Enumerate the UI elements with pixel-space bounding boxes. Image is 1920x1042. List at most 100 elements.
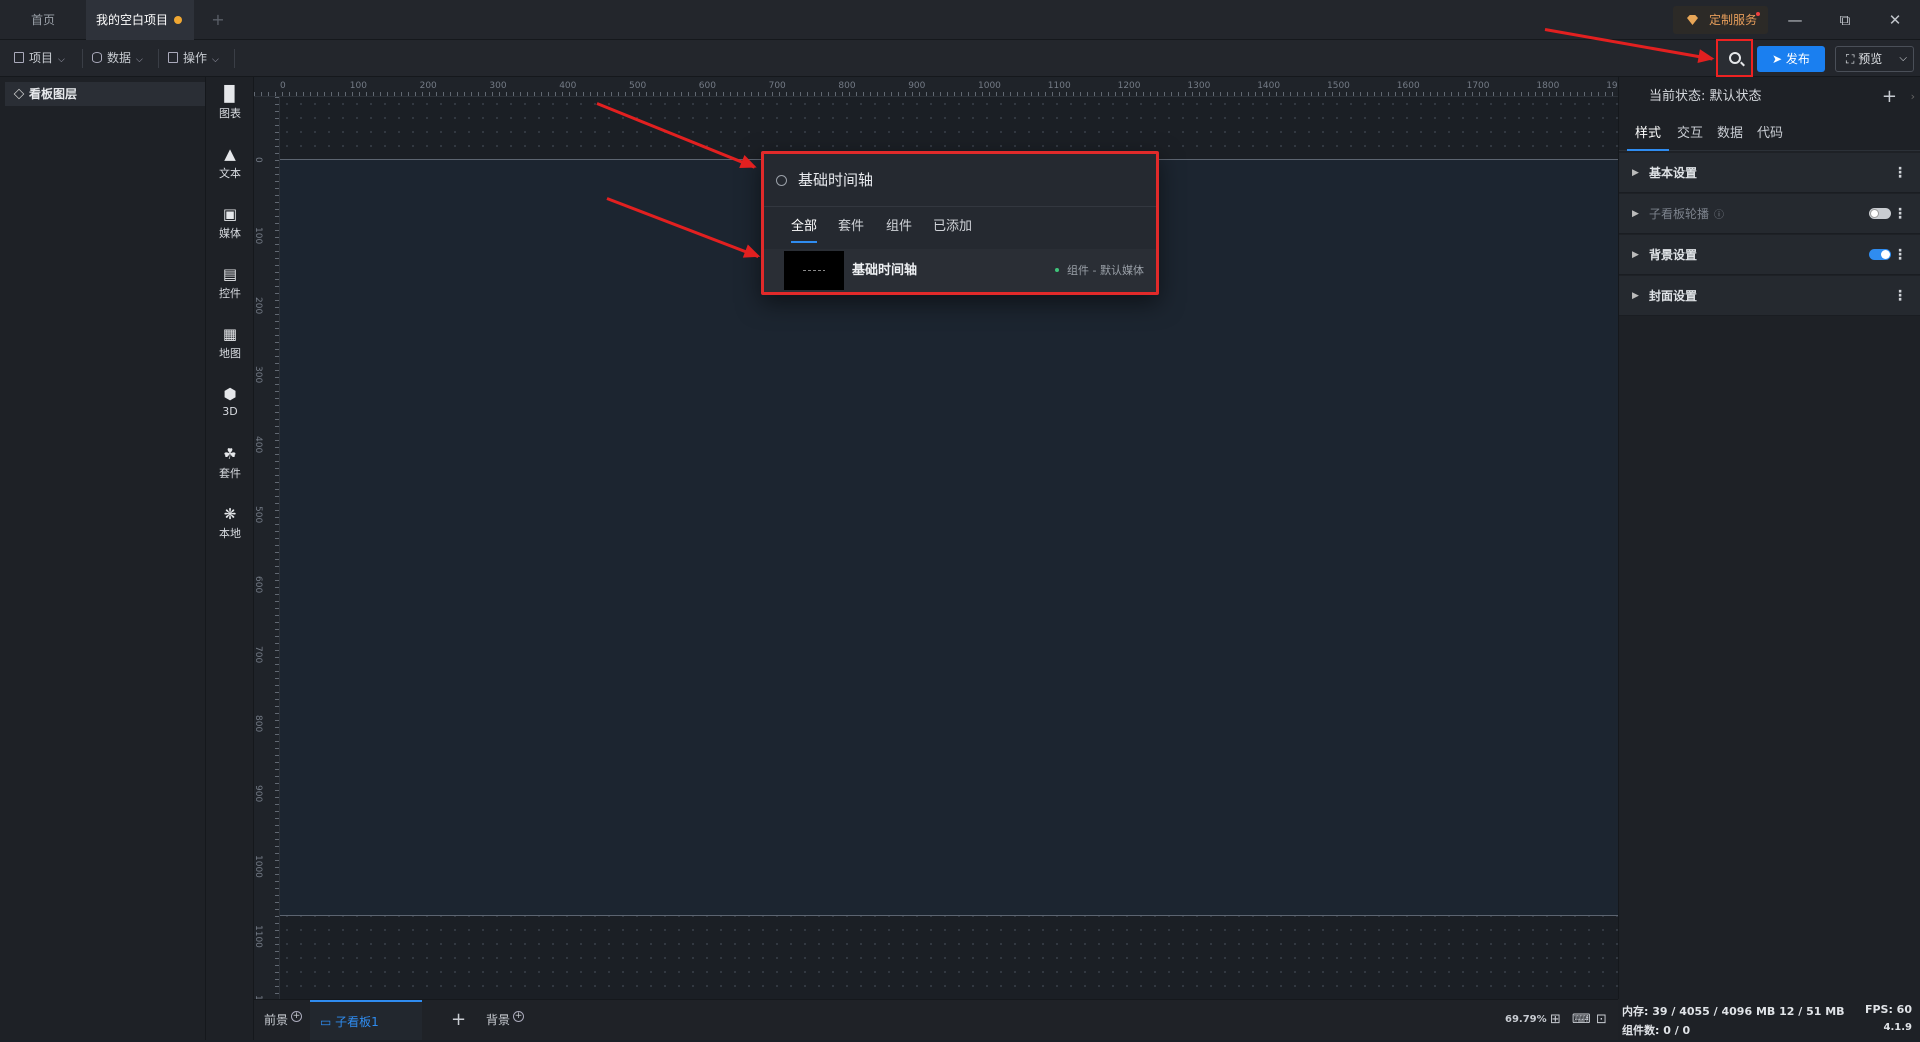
ruler-tick-label: 400 [254, 436, 263, 454]
board-icon: ▭ [320, 1015, 336, 1029]
ruler-tick-label: 1100 [1047, 81, 1071, 91]
search-query-text: 基础时间轴 [798, 171, 874, 189]
section-basic-settings[interactable]: ▶ 基本设置 ⋮ [1619, 153, 1920, 193]
map-icon: ▦ [222, 325, 238, 343]
ruler-tick-label: 400 [559, 81, 577, 91]
minimize-button[interactable]: — [1770, 0, 1820, 40]
tab-interaction[interactable]: 交互 [1677, 117, 1703, 151]
preview-button[interactable]: ⛶ 预览 ⌵ [1835, 46, 1914, 72]
section-label: 封面设置 [1649, 289, 1698, 303]
fit-screen-icon[interactable]: ⊞ [1550, 1000, 1561, 1040]
ruler-tick-label: 1900 [1606, 81, 1618, 91]
publish-label: 发布 [1785, 52, 1810, 66]
toggle-knob [1870, 209, 1879, 218]
tab-style[interactable]: 样式 [1627, 117, 1670, 151]
status-bar: 内存: 39 / 4055 / 4096 MB 12 / 51 MB FPS: … [1618, 999, 1920, 1040]
sidebar-item-label: 图表 [219, 107, 241, 120]
ruler-tick-label: 1000 [978, 81, 1001, 91]
add-circle-icon[interactable]: + [513, 1011, 525, 1022]
restore-button[interactable]: ⧉ [1820, 0, 1870, 40]
ruler-tick-label: 1800 [1536, 81, 1560, 91]
ruler-tick-label: 300 [254, 366, 263, 384]
terminal-icon[interactable]: ⊡ [1596, 1000, 1607, 1040]
custom-service-label: 定制服务 [1709, 13, 1758, 27]
more-vertical-icon[interactable]: ⋮ [1893, 276, 1907, 316]
section-background-settings[interactable]: ▶ 背景设置 ⋮ [1619, 235, 1920, 275]
ruler-tick-label: 100 [349, 81, 367, 91]
ruler-tick-label: 600 [698, 81, 716, 91]
more-vertical-icon[interactable]: ⋮ [1893, 235, 1907, 275]
more-vertical-icon[interactable]: ⋮ [1893, 153, 1907, 193]
search-icon [776, 175, 787, 186]
sidebar-item-text[interactable]: ▲ 文本 [206, 143, 254, 189]
tab-sub-board[interactable]: ▭ 子看板1 [310, 1000, 422, 1040]
properties-panel: 当前状态: 默认状态 + › 样式 交互 数据 代码 ▶ 基本设置 ⋮ ▶ 子看板轮播… [1618, 77, 1920, 999]
ruler-tick-label: 1300 [1187, 81, 1211, 91]
layers-header[interactable]: 看板图层 [5, 82, 205, 106]
ruler-tick-label: 300 [489, 81, 507, 91]
close-button[interactable]: ✕ [1870, 0, 1920, 40]
ruler-tick-label: 800 [838, 81, 856, 91]
tab-data[interactable]: 数据 [1717, 117, 1743, 151]
sidebar-item-label: 媒体 [219, 227, 241, 240]
chevron-down-icon[interactable]: ⌵ [1899, 47, 1907, 71]
sidebar-item-3d[interactable]: ⬢ 3D [206, 383, 254, 429]
more-vertical-icon[interactable]: ⋮ [1893, 194, 1907, 234]
ruler-tick-label: 1000 [254, 855, 263, 878]
result-thumbnail [784, 251, 844, 290]
tab-background[interactable]: 背景 + [486, 1000, 525, 1040]
chevron-right-icon[interactable]: › [1911, 77, 1915, 117]
fps-readout: FPS: 60 [1864, 1003, 1912, 1016]
sidebar-item-suite[interactable]: ☘ 套件 [206, 443, 254, 489]
tab-project[interactable]: 我的空白项目 [86, 0, 194, 40]
menu-operation[interactable]: 操作 ⌵ [168, 40, 219, 77]
layers-panel: 看板图层 [0, 77, 206, 1040]
add-state-icon[interactable]: + [1882, 77, 1897, 117]
background-toggle[interactable] [1869, 249, 1891, 260]
component-sidebar: ▉ 图表 ▲ 文本 ▣ 媒体 ▤ 控件 ▦ 地图 ⬢ 3D ☘ 套件 ❋ 本地 [206, 77, 254, 1040]
ruler-horizontal: 0 100 200 300 400 500 600 700 800 900 1000 1100 1200… [254, 77, 1618, 97]
add-tab-button[interactable]: + [206, 0, 230, 40]
board-tabs-bar: 前景 + ▭ 子看板1 + 背景 + 69.79% ⊞ ⌨ ⊡ [254, 999, 1618, 1040]
grid-icon [168, 52, 178, 63]
sidebar-item-control[interactable]: ▤ 控件 [206, 263, 254, 309]
menu-data-label: 数据 [107, 51, 132, 65]
search-tab-added[interactable]: 已添加 [933, 207, 972, 247]
add-board-button[interactable]: + [451, 1000, 466, 1040]
custom-service-button[interactable]: 定制服务 [1673, 6, 1768, 34]
section-cover-settings[interactable]: ▶ 封面设置 ⋮ [1619, 276, 1920, 316]
sidebar-item-local[interactable]: ❋ 本地 [206, 503, 254, 549]
section-label: 基本设置 [1649, 166, 1698, 180]
menu-data[interactable]: 数据 ⌵ [92, 40, 143, 77]
search-tab-all[interactable]: 全部 [791, 207, 818, 247]
sidebar-item-chart[interactable]: ▉ 图表 [206, 83, 254, 129]
tab-code[interactable]: 代码 [1757, 117, 1783, 151]
add-circle-icon[interactable]: + [291, 1011, 303, 1022]
tab-sub-board-label: 子看板1 [335, 1015, 379, 1029]
ruler-tick-label: 1100 [254, 924, 263, 948]
tab-home[interactable]: 首页 [0, 0, 86, 40]
search-button[interactable] [1716, 39, 1753, 77]
search-icon-handle [1740, 61, 1745, 67]
document-icon [14, 52, 24, 63]
component-count: 组件数: 0 / 0 [1622, 1024, 1691, 1037]
menu-operation-label: 操作 [183, 51, 208, 65]
component-search-input[interactable]: 基础时间轴 [764, 154, 1156, 207]
carousel-toggle[interactable] [1869, 208, 1891, 219]
keyboard-icon[interactable]: ⌨ [1572, 1000, 1591, 1040]
ruler-tick-label: 600 [254, 575, 263, 593]
sidebar-item-media[interactable]: ▣ 媒体 [206, 203, 254, 249]
search-result-item[interactable]: 基础时间轴 组件 - 默认媒体 [764, 249, 1156, 292]
search-tab-component[interactable]: 组件 [886, 207, 912, 247]
tab-foreground[interactable]: 前景 + [264, 1000, 303, 1040]
menu-project[interactable]: 项目 ⌵ [14, 40, 65, 77]
zoom-level[interactable]: 69.79% [1505, 1000, 1547, 1040]
layers-title: 看板图层 [29, 87, 78, 101]
sidebar-item-map[interactable]: ▦ 地图 [206, 323, 254, 369]
search-tab-suite[interactable]: 套件 [838, 207, 864, 247]
help-icon[interactable]: ⓘ [1714, 210, 1724, 221]
section-board-carousel[interactable]: ▶ 子看板轮播 ⓘ ⋮ [1619, 194, 1920, 234]
ruler-tick-label: 1700 [1466, 81, 1490, 91]
result-meta: 组件 - 默认媒体 [1055, 249, 1144, 292]
publish-button[interactable]: ➤ 发布 [1757, 46, 1825, 72]
